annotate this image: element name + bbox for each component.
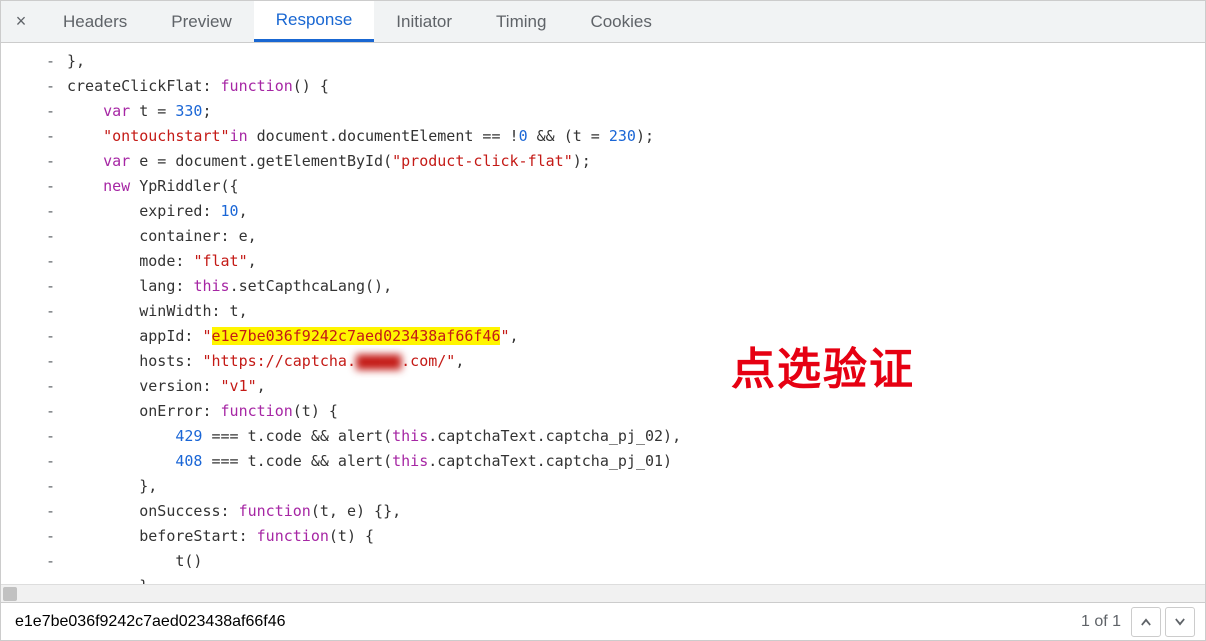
code-line[interactable]: t()	[61, 549, 1205, 574]
tab-timing[interactable]: Timing	[474, 1, 568, 42]
scrollbar-thumb[interactable]	[3, 587, 17, 601]
tab-cookies[interactable]: Cookies	[568, 1, 673, 42]
code-line[interactable]: beforeStart: function(t) {	[61, 524, 1205, 549]
gutter: -	[1, 124, 61, 149]
gutter: -	[1, 224, 61, 249]
tab-headers[interactable]: Headers	[41, 1, 149, 42]
search-highlight: e1e7be036f9242c7aed023438af66f46	[212, 327, 501, 345]
gutter: -	[1, 249, 61, 274]
gutter: -	[1, 449, 61, 474]
tab-initiator[interactable]: Initiator	[374, 1, 474, 42]
code-line[interactable]: var t = 330;	[61, 99, 1205, 124]
search-next-button[interactable]	[1165, 607, 1195, 637]
search-result-count: 1 of 1	[1071, 613, 1131, 631]
gutter: -	[1, 74, 61, 99]
code-line[interactable]: onError: function(t) {	[61, 399, 1205, 424]
gutter: -	[1, 149, 61, 174]
code-line[interactable]: var e = document.getElementById("product…	[61, 149, 1205, 174]
chevron-up-icon	[1140, 616, 1152, 628]
search-bar: 1 of 1	[1, 602, 1205, 640]
gutter: -	[1, 274, 61, 299]
gutter: -	[1, 174, 61, 199]
code-line[interactable]: 429 === t.code && alert(this.captchaText…	[61, 424, 1205, 449]
chevron-down-icon	[1174, 616, 1186, 628]
gutter: -	[1, 299, 61, 324]
code-line[interactable]: "ontouchstart"in document.documentElemen…	[61, 124, 1205, 149]
search-input[interactable]	[1, 603, 1071, 640]
gutter: -	[1, 399, 61, 424]
code-line[interactable]: },	[61, 49, 1205, 74]
code-line[interactable]: createClickFlat: function() {	[61, 74, 1205, 99]
tab-preview[interactable]: Preview	[149, 1, 253, 42]
code-line[interactable]: lang: this.setCapthcaLang(),	[61, 274, 1205, 299]
gutter: -	[1, 499, 61, 524]
code-line[interactable]: }	[61, 574, 1205, 584]
code-line[interactable]: expired: 10,	[61, 199, 1205, 224]
response-body: 点选验证 -}, -createClickFlat: function() { …	[1, 43, 1205, 584]
gutter: -	[1, 549, 61, 574]
gutter: -	[1, 99, 61, 124]
gutter: -	[1, 424, 61, 449]
gutter	[1, 574, 61, 584]
code-line[interactable]: version: "v1",	[61, 374, 1205, 399]
redacted-host: ▇▇▇▇▇	[356, 349, 401, 374]
gutter: -	[1, 374, 61, 399]
tab-response[interactable]: Response	[254, 1, 375, 42]
code-line[interactable]: appId: "e1e7be036f9242c7aed023438af66f46…	[61, 324, 1205, 349]
gutter: -	[1, 524, 61, 549]
horizontal-scrollbar[interactable]	[1, 584, 1205, 602]
devtools-tab-bar: × Headers Preview Response Initiator Tim…	[1, 1, 1205, 43]
code-line[interactable]: new YpRiddler({	[61, 174, 1205, 199]
code-view: -}, -createClickFlat: function() { - var…	[1, 49, 1205, 584]
gutter: -	[1, 49, 61, 74]
code-line[interactable]: mode: "flat",	[61, 249, 1205, 274]
code-line[interactable]: hosts: "https://captcha.▇▇▇▇▇.com/",	[61, 349, 1205, 374]
code-line[interactable]: onSuccess: function(t, e) {},	[61, 499, 1205, 524]
code-line[interactable]: winWidth: t,	[61, 299, 1205, 324]
close-icon[interactable]: ×	[1, 11, 41, 32]
gutter: -	[1, 324, 61, 349]
code-line[interactable]: },	[61, 474, 1205, 499]
code-line[interactable]: container: e,	[61, 224, 1205, 249]
gutter: -	[1, 199, 61, 224]
search-prev-button[interactable]	[1131, 607, 1161, 637]
code-line[interactable]: 408 === t.code && alert(this.captchaText…	[61, 449, 1205, 474]
gutter: -	[1, 474, 61, 499]
gutter: -	[1, 349, 61, 374]
